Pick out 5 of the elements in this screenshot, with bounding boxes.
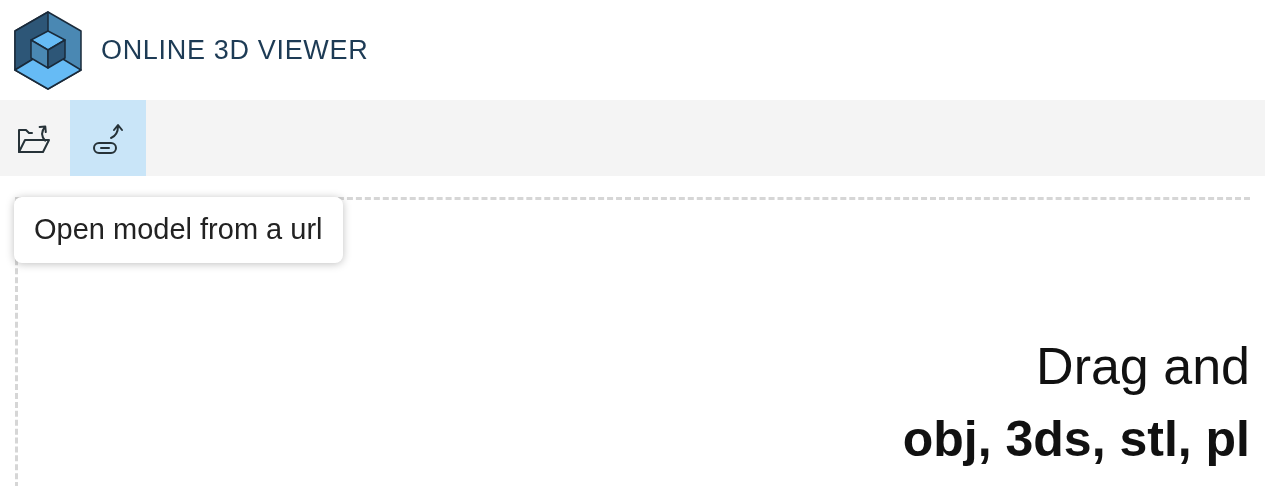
cube-logo-icon [13, 10, 83, 90]
file-formats-text: obj, 3ds, stl, pl [902, 414, 1250, 464]
toolbar-button[interactable] [70, 100, 146, 176]
tooltip: Open model from a url [14, 197, 343, 263]
app-title: ONLINE 3D VIEWER [101, 33, 369, 67]
